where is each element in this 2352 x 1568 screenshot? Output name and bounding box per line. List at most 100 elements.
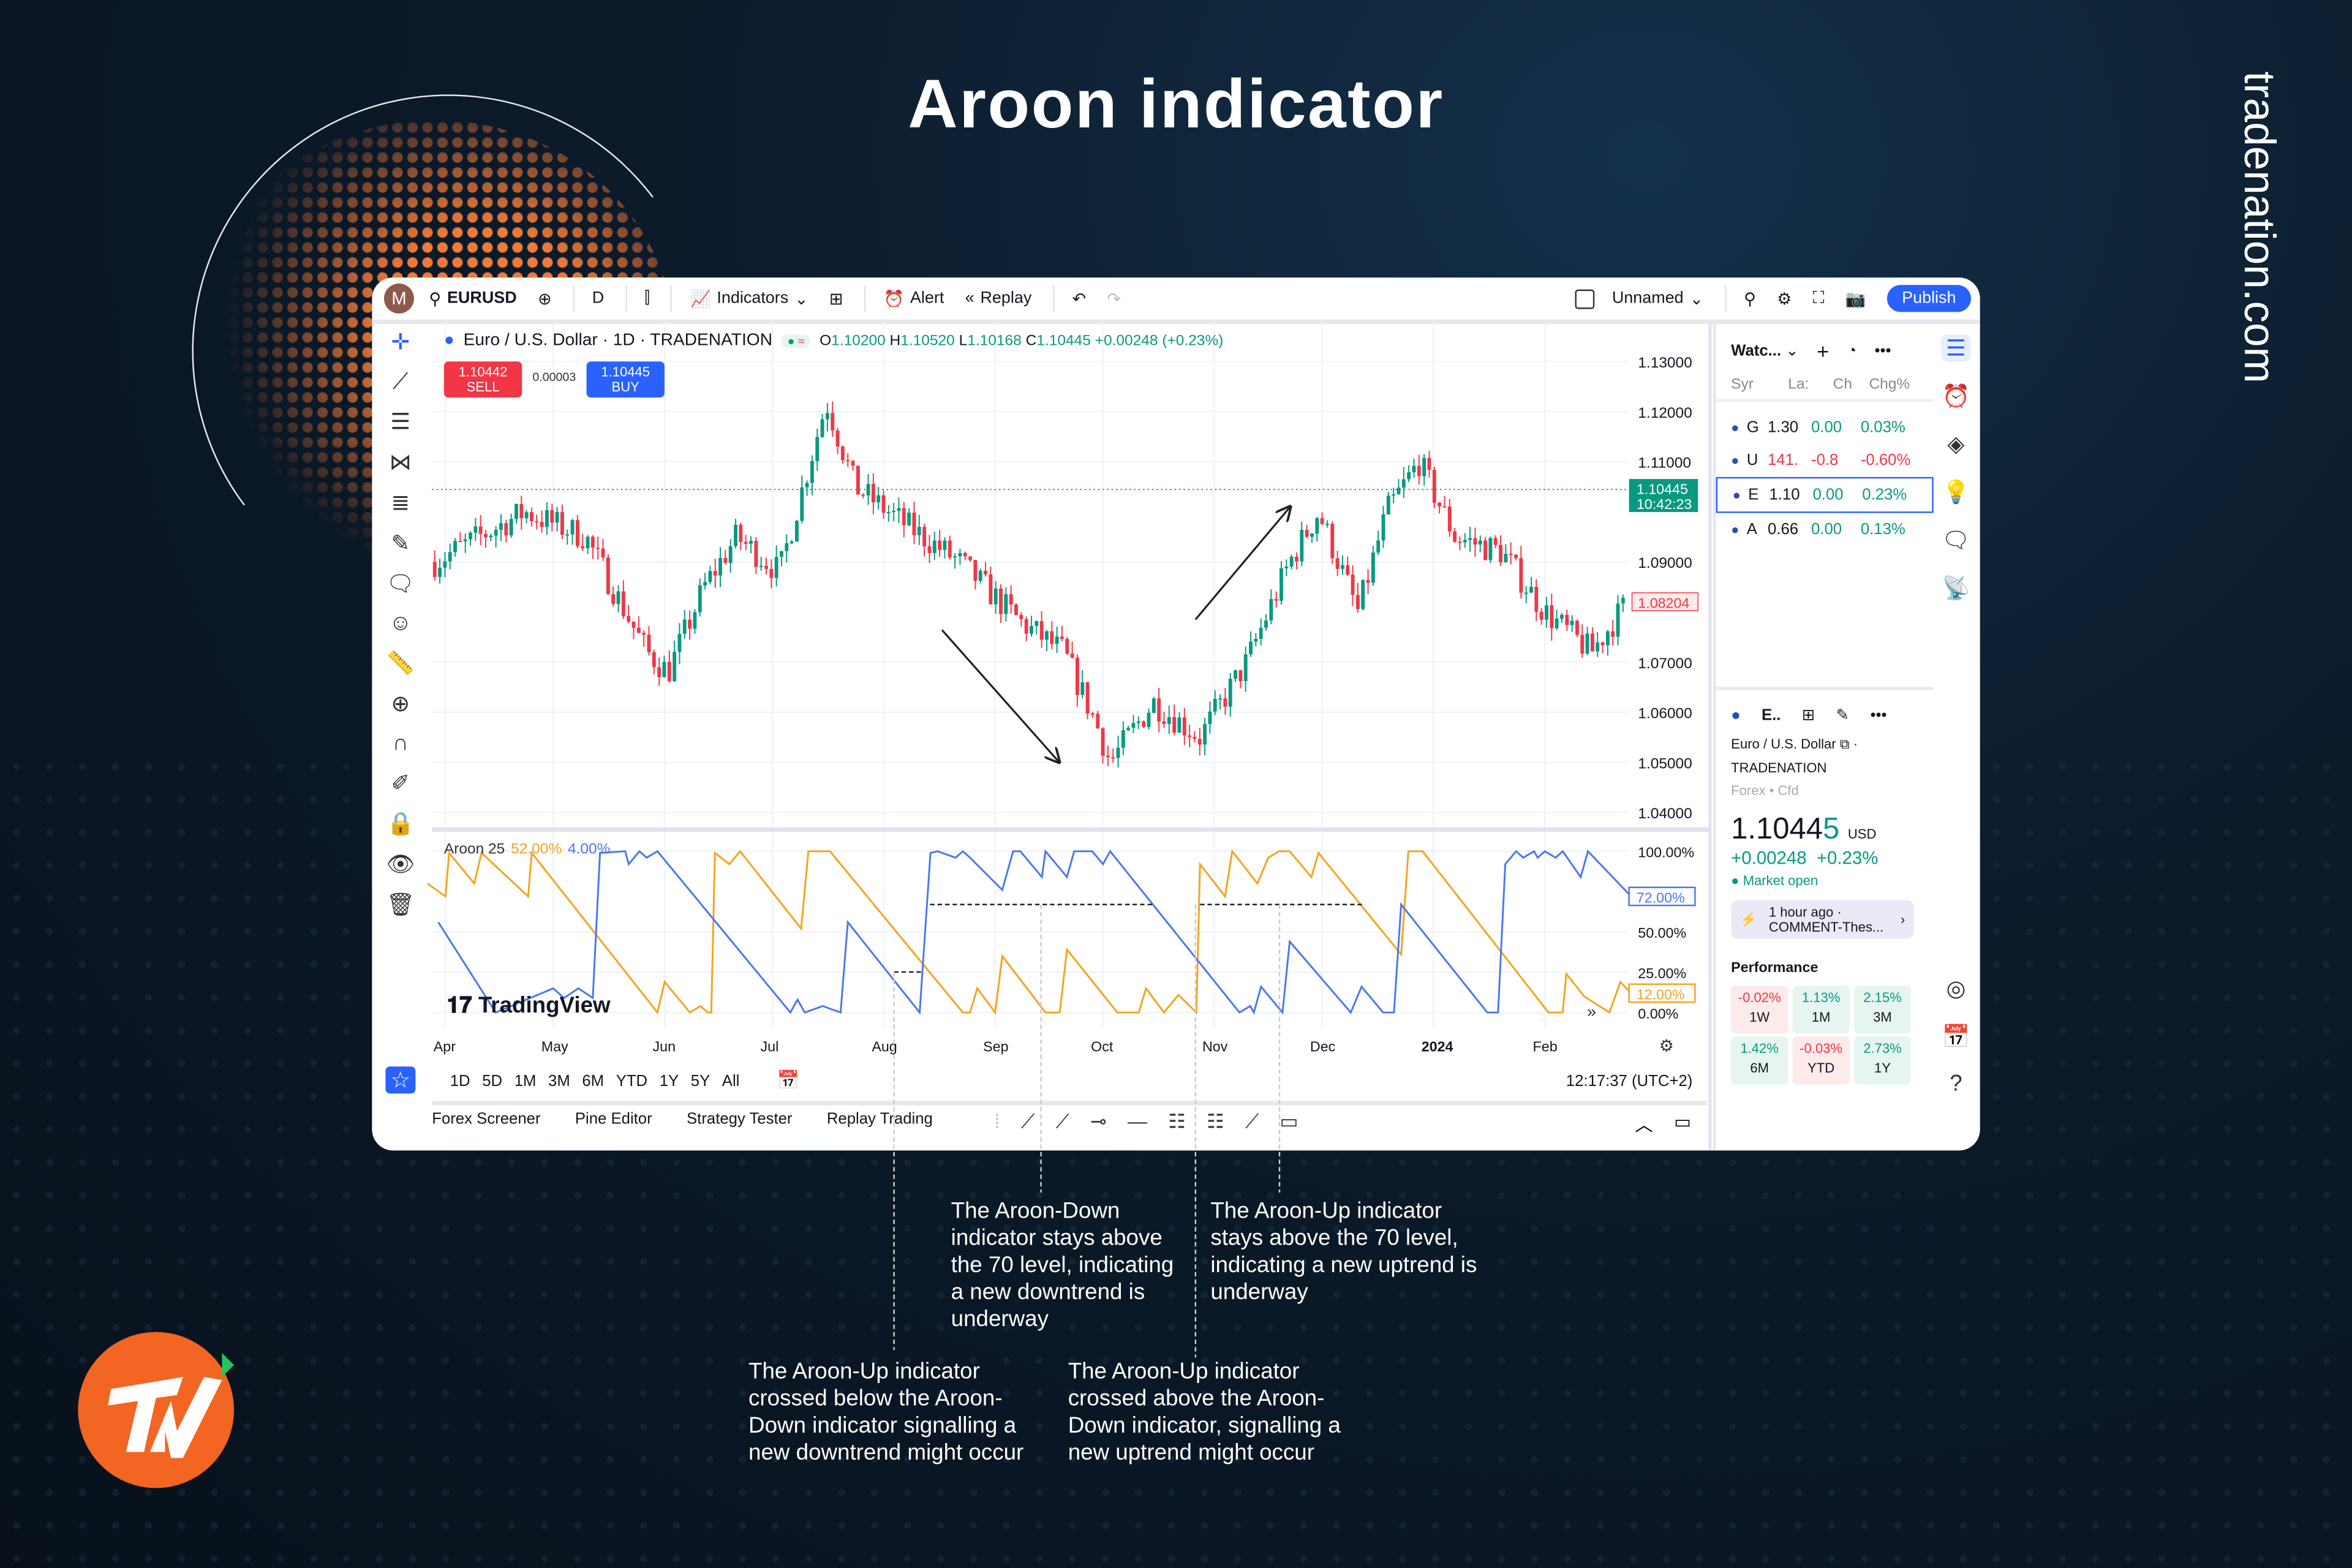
watchlist-columns: Syr La: Ch Chg%: [1716, 364, 1934, 402]
candle: [545, 502, 549, 535]
calendar-icon[interactable]: 📅: [1942, 1023, 1970, 1050]
candle: [1305, 524, 1309, 538]
chat-icon[interactable]: 🗨: [1942, 527, 1970, 554]
lightning-icon: ⚡: [1740, 911, 1757, 927]
collapse-panel-icon[interactable]: ︿: [1635, 1112, 1653, 1137]
candle: [754, 537, 758, 574]
candle: [1030, 616, 1033, 637]
performance-cell: 2.73% 1Y: [1853, 1036, 1912, 1085]
candle: [805, 480, 809, 496]
alarm-clock-icon[interactable]: ⏰: [1942, 382, 1970, 410]
candle: [1514, 554, 1518, 560]
range-5y[interactable]: 5Y: [691, 1072, 710, 1090]
watchlist-row[interactable]: ● A 0.66 0.00 0.13%: [1716, 513, 1934, 546]
news-card[interactable]: ⚡ 1 hour ago · COMMENT-Thes... ›: [1731, 900, 1914, 940]
candle: [1228, 673, 1232, 717]
calendar-goto-icon[interactable]: 📅: [777, 1069, 800, 1090]
range-3m[interactable]: 3M: [548, 1072, 570, 1090]
grid-icon[interactable]: ⊞: [1802, 706, 1815, 724]
more-icon[interactable]: •••: [1875, 342, 1891, 360]
candle: [938, 529, 942, 557]
candle: [1126, 725, 1131, 731]
range-all[interactable]: All: [722, 1072, 740, 1090]
row-symbol: E: [1748, 486, 1759, 504]
buy-button[interactable]: 1.10445 BUY: [586, 361, 665, 398]
candle: [749, 536, 753, 554]
candle: [876, 487, 881, 510]
range-1y[interactable]: 1Y: [660, 1072, 679, 1090]
watchlist-selector[interactable]: Watc... ⌄: [1731, 342, 1799, 360]
range-1m[interactable]: 1M: [514, 1072, 537, 1090]
candle: [1238, 669, 1243, 688]
watchlist-icon[interactable]: ☰: [1941, 334, 1971, 362]
parallel-channel-icon[interactable]: ☷: [1168, 1110, 1186, 1134]
candle: [795, 519, 799, 542]
candle: [504, 519, 508, 543]
candle: [519, 496, 524, 530]
column-header[interactable]: Syr: [1731, 377, 1788, 393]
aroon-legend: Aroon 25 52.00% 4.00%: [444, 842, 611, 858]
candle: [1106, 745, 1110, 767]
candle: [478, 514, 483, 546]
bottom-tab-3[interactable]: Replay Trading: [827, 1110, 933, 1128]
candle: [861, 493, 865, 499]
drawing-quick-tools: ⁞ ⟋ ⟋ ⊸ — ☷ ☷ ⟋ ▭: [995, 1110, 1298, 1134]
annotation-aroon-up-crossed-below: The Aroon-Up indicator crossed below the…: [748, 1359, 1024, 1466]
candle: [469, 531, 472, 546]
advanced-view-icon[interactable]: ◔: [1847, 342, 1857, 360]
last-price-text: 1.10445: [1637, 481, 1688, 497]
candle: [856, 466, 860, 495]
candle: [1447, 499, 1452, 537]
watchlist-row[interactable]: ● G 1.30 0.00 0.03%: [1716, 411, 1934, 444]
candle: [1131, 715, 1136, 734]
rectangle-icon[interactable]: ▭: [1280, 1110, 1298, 1134]
bottom-tab-2[interactable]: Strategy Tester: [687, 1110, 793, 1128]
candle: [1438, 502, 1442, 514]
row-last: 1.10: [1769, 486, 1800, 504]
candle: [1453, 527, 1457, 543]
bottom-tab-1[interactable]: Pine Editor: [575, 1110, 652, 1128]
range-1d[interactable]: 1D: [450, 1072, 470, 1090]
extended-line-icon[interactable]: ⟋: [1245, 1110, 1259, 1134]
details-type: Forex • Cfd: [1731, 783, 1799, 798]
row-change-pct: -0.60%: [1860, 451, 1911, 470]
broadcast-icon[interactable]: 📡: [1942, 575, 1970, 601]
clock[interactable]: 12:17:37 (UTC+2): [1566, 1072, 1693, 1090]
candle: [1600, 641, 1605, 654]
candle: [453, 538, 458, 557]
target-icon[interactable]: ◎: [1946, 975, 1966, 1002]
sell-button[interactable]: 1.10442 SELL: [443, 361, 522, 398]
candle: [953, 553, 957, 569]
lightbulb-icon[interactable]: 💡: [1942, 478, 1970, 506]
candle: [1340, 555, 1344, 575]
column-header[interactable]: Chg%: [1869, 377, 1920, 393]
details-exchange: TRADENATION: [1731, 760, 1827, 776]
trend-line-icon[interactable]: ⟋: [1021, 1110, 1035, 1134]
range-6m[interactable]: 6M: [582, 1072, 604, 1090]
more-icon[interactable]: •••: [1870, 706, 1887, 724]
horizontal-ray-icon[interactable]: ⊸: [1090, 1110, 1107, 1134]
bottom-tab-0[interactable]: Forex Screener: [432, 1110, 540, 1128]
external-link-icon[interactable]: ⧉: [1840, 736, 1850, 751]
help-icon[interactable]: ?: [1950, 1071, 1962, 1097]
drag-handle-icon[interactable]: ⁞: [995, 1110, 1000, 1134]
ray-icon[interactable]: ⟋: [1055, 1110, 1069, 1134]
watchlist-row[interactable]: ● U 141. -0.8 -0.60%: [1716, 444, 1934, 477]
maximize-panel-icon[interactable]: ▭: [1674, 1112, 1691, 1133]
watchlist-row[interactable]: ● E 1.10 0.00 0.23%: [1716, 477, 1934, 513]
candle: [631, 621, 636, 639]
time-tick: Apr: [434, 1039, 456, 1055]
regression-icon[interactable]: ☷: [1207, 1110, 1224, 1134]
horizontal-line-icon[interactable]: —: [1128, 1110, 1147, 1134]
layers-icon[interactable]: ◈: [1947, 431, 1964, 458]
column-header[interactable]: Ch: [1833, 377, 1869, 393]
column-header[interactable]: La:: [1788, 377, 1833, 393]
range-5d[interactable]: 5D: [482, 1072, 502, 1090]
candle: [1243, 646, 1248, 692]
add-symbol-icon[interactable]: +: [1817, 339, 1829, 363]
range-ytd[interactable]: YTD: [616, 1072, 647, 1090]
candle: [590, 535, 595, 560]
edit-icon[interactable]: ✎: [1836, 706, 1850, 724]
candle: [1080, 670, 1085, 699]
candle: [1407, 465, 1411, 482]
